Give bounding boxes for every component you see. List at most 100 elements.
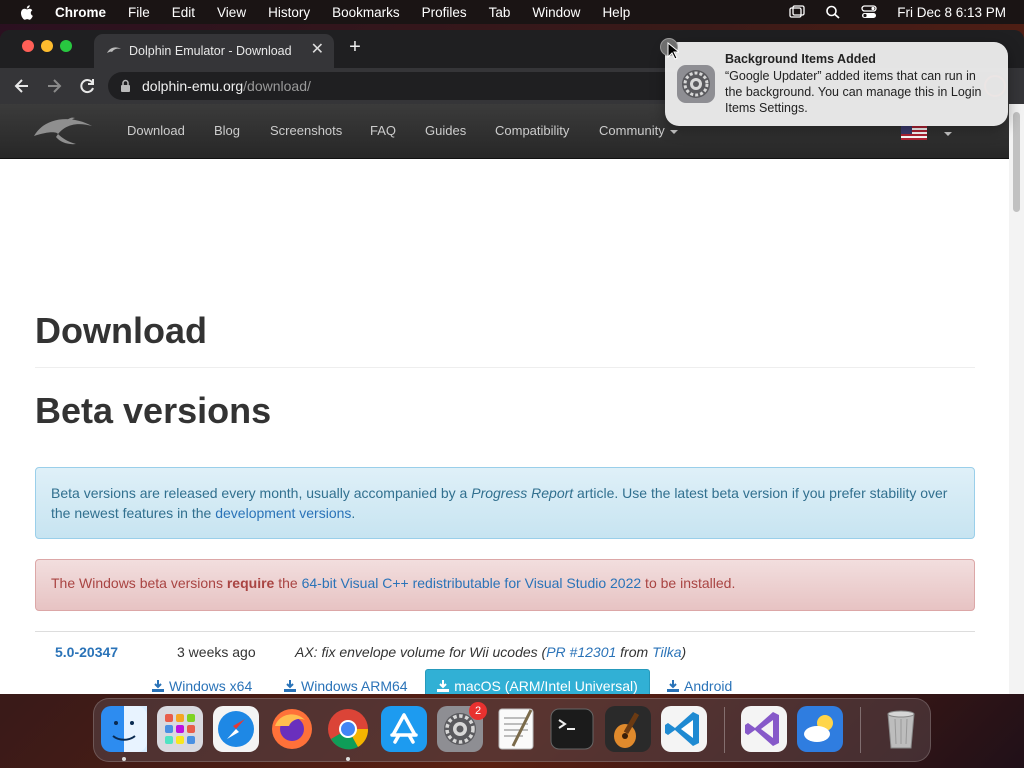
nav-screenshots[interactable]: Screenshots — [270, 123, 342, 138]
release-description: AX: fix envelope volume for Wii ucodes (… — [295, 644, 686, 660]
menu-file[interactable]: File — [128, 5, 150, 20]
minimize-window-button[interactable] — [41, 40, 53, 52]
chrome-icon[interactable] — [325, 706, 371, 752]
background-items-notification[interactable]: Background Items Added “Google Updater” … — [660, 38, 1008, 126]
desc-text-3: ) — [681, 644, 687, 660]
spotlight-search-icon[interactable] — [825, 5, 841, 19]
garageband-icon[interactable] — [605, 706, 651, 752]
download-android-link[interactable]: Android — [667, 678, 732, 694]
apple-logo-icon[interactable] — [20, 4, 33, 20]
menu-bar: Chrome File Edit View History Bookmarks … — [0, 0, 1024, 24]
nav-faq[interactable]: FAQ — [370, 123, 396, 138]
textedit-icon[interactable] — [493, 706, 539, 752]
nav-download[interactable]: Download — [127, 123, 185, 138]
nav-compatibility[interactable]: Compatibility — [495, 123, 569, 138]
weather-icon[interactable] — [797, 706, 843, 752]
development-versions-link[interactable]: development versions — [215, 505, 351, 521]
download-windows-x64-link[interactable]: Windows x64 — [152, 678, 252, 694]
vcredist-link[interactable]: 64-bit Visual C++ redistributable for Vi… — [302, 575, 642, 591]
progress-report-text: Progress Report — [471, 485, 574, 501]
nav-community[interactable]: Community — [599, 123, 678, 138]
safari-icon[interactable] — [213, 706, 259, 752]
browser-window: Dolphin Emulator - Download ✕ + dolphin-… — [0, 30, 1024, 694]
desc-text-1: AX: fix envelope volume for Wii ucodes ( — [295, 644, 547, 660]
download-windows-arm64-label: Windows ARM64 — [301, 678, 408, 694]
danger-text-1: The Windows beta versions — [51, 575, 227, 591]
reload-icon[interactable] — [77, 76, 97, 96]
download-icon — [437, 680, 450, 692]
new-tab-button[interactable]: + — [344, 36, 366, 59]
us-flag-icon[interactable] — [901, 126, 927, 140]
menu-help[interactable]: Help — [602, 5, 630, 20]
vscode-icon[interactable] — [661, 706, 707, 752]
screen-mirroring-icon[interactable] — [789, 5, 805, 19]
scrollbar-thumb[interactable] — [1013, 112, 1020, 212]
download-android-label: Android — [684, 678, 733, 694]
app-store-icon[interactable] — [381, 706, 427, 752]
trash-icon[interactable] — [878, 706, 924, 752]
chevron-down-icon — [669, 129, 678, 134]
dock: 2 — [93, 698, 931, 762]
tab-close-icon[interactable]: ✕ — [311, 41, 324, 59]
nav-blog[interactable]: Blog — [214, 123, 240, 138]
firefox-icon[interactable] — [269, 706, 315, 752]
menu-edit[interactable]: Edit — [172, 5, 195, 20]
url-host: dolphin-emu.org — [142, 78, 244, 94]
divider — [35, 367, 975, 368]
zoom-window-button[interactable] — [60, 40, 72, 52]
dolphin-favicon-icon — [107, 47, 121, 53]
release-age: 3 weeks ago — [177, 644, 256, 660]
menubar-clock[interactable]: Fri Dec 8 6:13 PM — [897, 5, 1006, 20]
settings-badge: 2 — [469, 702, 487, 720]
desc-text-2: from — [616, 644, 653, 660]
info-text-1: Beta versions are released every month, … — [51, 485, 472, 501]
menu-window[interactable]: Window — [532, 5, 580, 20]
system-settings-gear-icon — [677, 65, 715, 103]
menu-tab[interactable]: Tab — [489, 5, 511, 20]
download-icon — [667, 680, 679, 692]
language-dropdown-chevron-icon[interactable] — [944, 132, 952, 136]
pr-link[interactable]: PR #12301 — [546, 644, 616, 660]
download-icon — [152, 680, 164, 692]
tab-dolphin-download[interactable]: Dolphin Emulator - Download ✕ — [94, 34, 334, 68]
release-version-link[interactable]: 5.0-20347 — [55, 644, 118, 660]
download-icon — [284, 680, 296, 692]
menu-app-name[interactable]: Chrome — [55, 5, 106, 20]
url-path: /download/ — [243, 78, 311, 94]
close-window-button[interactable] — [22, 40, 34, 52]
finder-icon[interactable] — [101, 706, 147, 752]
table-divider — [35, 631, 975, 632]
back-arrow-icon[interactable] — [12, 76, 32, 96]
tab-title: Dolphin Emulator - Download — [129, 44, 292, 58]
download-macos-label: macOS (ARM/Intel Universal) — [454, 678, 638, 694]
danger-strong: require — [226, 575, 275, 591]
download-windows-x64-label: Windows x64 — [169, 678, 253, 694]
danger-text-3: to be installed. — [641, 575, 736, 591]
menu-history[interactable]: History — [268, 5, 310, 20]
terminal-icon[interactable] — [549, 706, 595, 752]
url-text: dolphin-emu.org/download/ — [142, 78, 311, 94]
nav-guides[interactable]: Guides — [425, 123, 466, 138]
author-link[interactable]: Tilka — [652, 644, 681, 660]
web-page: Download Blog Screenshots FAQ Guides Com… — [0, 104, 1009, 694]
page-title: Download — [35, 310, 207, 351]
danger-text-2: the — [274, 575, 302, 591]
section-title-beta: Beta versions — [35, 390, 272, 431]
visual-studio-icon[interactable] — [741, 706, 787, 752]
control-center-icon[interactable] — [861, 5, 877, 19]
download-macos-button[interactable]: macOS (ARM/Intel Universal) — [425, 669, 650, 694]
page-scrollbar[interactable] — [1009, 104, 1024, 694]
download-windows-arm64-link[interactable]: Windows ARM64 — [284, 678, 408, 694]
nav-community-label: Community — [599, 123, 665, 138]
mouse-cursor-icon — [667, 42, 679, 60]
windows-requirement-alert: The Windows beta versions require the 64… — [35, 559, 975, 611]
launchpad-icon[interactable] — [157, 706, 203, 752]
lock-icon[interactable] — [120, 79, 131, 93]
menu-bookmarks[interactable]: Bookmarks — [332, 5, 400, 20]
forward-arrow-icon[interactable] — [44, 76, 64, 96]
info-text-3: . — [351, 505, 356, 521]
notification-title: Background Items Added — [725, 52, 876, 66]
menu-profiles[interactable]: Profiles — [422, 5, 467, 20]
menu-view[interactable]: View — [217, 5, 246, 20]
dolphin-logo-icon[interactable] — [32, 112, 94, 148]
